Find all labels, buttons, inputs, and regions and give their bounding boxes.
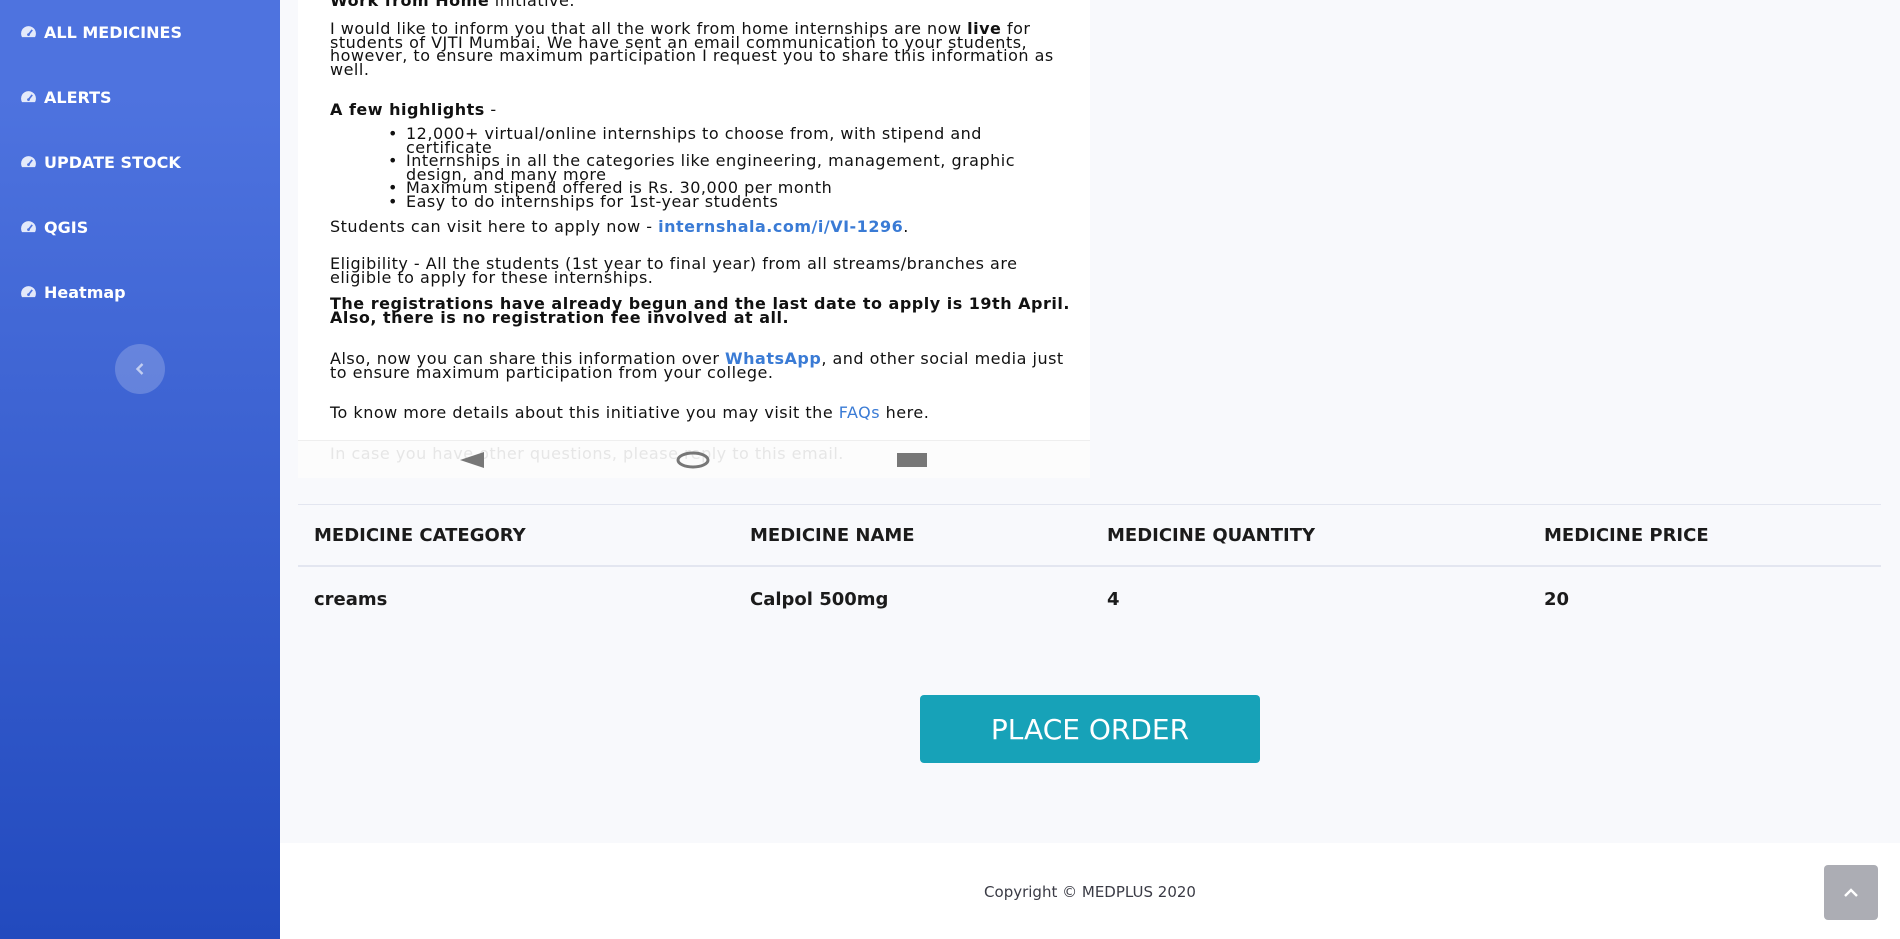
medicine-table: MEDICINE CATEGORY MEDICINE NAME MEDICINE… (298, 504, 1881, 631)
tachometer-icon (21, 285, 36, 297)
tachometer-icon (21, 155, 36, 167)
column-header: MEDICINE NAME (750, 524, 915, 546)
table-header-row: MEDICINE CATEGORY MEDICINE NAME MEDICINE… (298, 505, 1881, 567)
email-intro-paragraph: I would like to inform you that all the … (330, 19, 1054, 79)
sidebar-item-alerts[interactable]: ALERTS (20, 82, 112, 112)
sidebar-item-update-stock[interactable]: UPDATE STOCK (20, 147, 181, 177)
home-circle-icon (676, 451, 710, 469)
email-eligibility-paragraph: Eligibility - All the students (1st year… (330, 254, 1018, 287)
email-apply-paragraph: Students can visit here to apply now - i… (330, 217, 909, 236)
sidebar-item-qgis[interactable]: QGIS (20, 212, 88, 242)
email-faq-paragraph: To know more details about this initiati… (330, 403, 930, 422)
table-cell: Calpol 500mg (750, 588, 889, 610)
email-highlights-list: 12,000+ virtual/online internships to ch… (330, 126, 1070, 209)
column-header: MEDICINE QUANTITY (1107, 524, 1316, 546)
recents-square-icon (897, 453, 927, 467)
sidebar-item-label: ALL MEDICINES (44, 22, 182, 42)
list-item: Internships in all the categories like e… (330, 153, 1050, 183)
email-share-paragraph: Also, now you can share this information… (330, 349, 1064, 382)
table-cell: creams (314, 588, 388, 610)
back-triangle-icon (460, 452, 484, 468)
sidebar-item-label: Heatmap (44, 282, 126, 302)
sidebar-item-label: UPDATE STOCK (44, 152, 181, 172)
column-header: MEDICINE PRICE (1544, 524, 1709, 546)
list-item: Easy to do internships for 1st-year stud… (330, 193, 1050, 208)
table-row: creams Calpol 500mg 4 20 (298, 567, 1881, 631)
email-highlights-title: A few highlights - (330, 100, 497, 119)
scroll-to-top-button[interactable] (1824, 865, 1878, 920)
footer: Copyright © MEDPLUS 2020 (280, 843, 1900, 939)
sidebar: ALL MEDICINES ALERTS UPDATE STOCK QGIS H… (0, 0, 280, 939)
tachometer-icon (21, 25, 36, 37)
list-item: 12,000+ virtual/online internships to ch… (330, 126, 1050, 156)
email-screenshot: Work from Home initiative. I would like … (298, 0, 1090, 478)
sidebar-item-all-medicines[interactable]: ALL MEDICINES (20, 17, 182, 47)
chevron-up-icon (1844, 887, 1858, 897)
email-top-line: Work from Home initiative. (330, 0, 575, 10)
table-cell: 20 (1544, 588, 1570, 610)
column-header: MEDICINE CATEGORY (314, 524, 526, 546)
table-cell: 4 (1107, 588, 1120, 610)
email-registration-paragraph: The registrations have already begun and… (330, 294, 1070, 327)
sidebar-item-label: QGIS (44, 217, 89, 237)
sidebar-toggle-button[interactable] (115, 344, 165, 394)
faqs-link: FAQs (838, 403, 881, 422)
phone-navigation-bar: In case you have other questions, please… (298, 440, 1090, 478)
tachometer-icon (21, 220, 36, 232)
place-order-button[interactable]: PLACE ORDER (920, 695, 1260, 763)
internshala-link: internshala.com/i/VI-1296 (658, 217, 904, 236)
chevron-left-icon (135, 363, 144, 375)
tachometer-icon (21, 90, 36, 102)
sidebar-item-label: ALERTS (44, 87, 112, 107)
sidebar-item-heatmap[interactable]: Heatmap (20, 277, 126, 307)
copyright-text: Copyright © MEDPLUS 2020 (984, 883, 1196, 901)
